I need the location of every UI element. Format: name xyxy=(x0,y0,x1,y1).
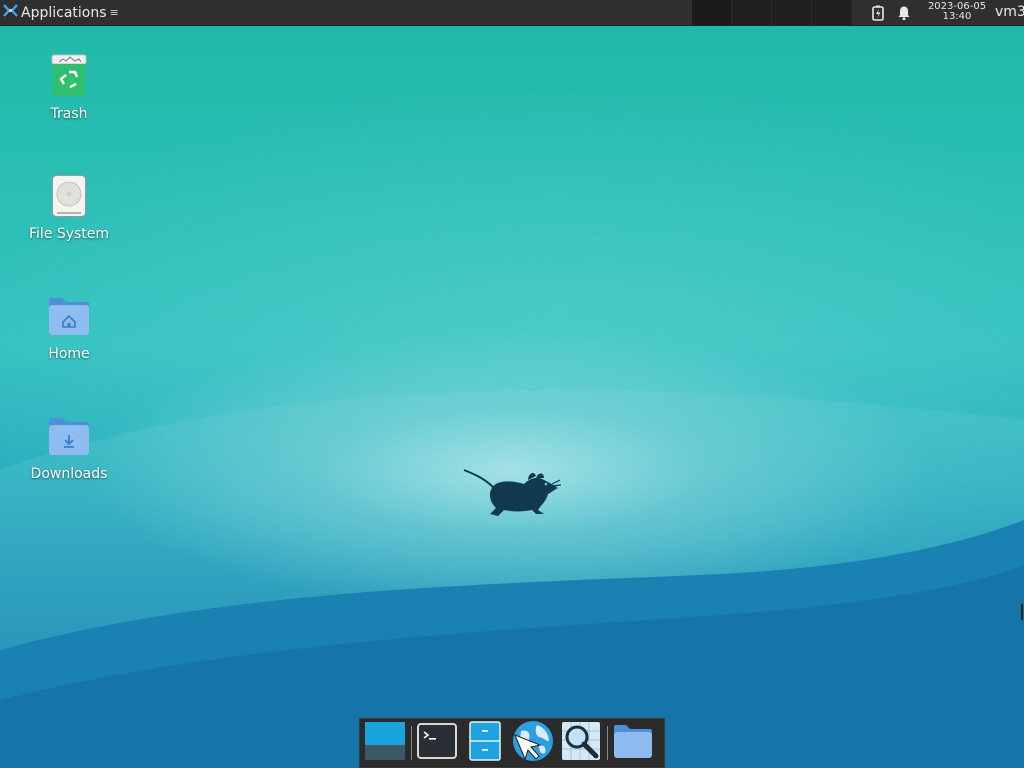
clock-time: 13:40 xyxy=(942,11,972,22)
notification-bell-icon[interactable] xyxy=(896,5,912,21)
system-tray xyxy=(870,0,922,26)
clock[interactable]: 2023-06-05 13:40 xyxy=(926,2,988,22)
dock-terminal[interactable] xyxy=(415,721,459,765)
workspace-switcher xyxy=(692,0,852,26)
workspace-4[interactable] xyxy=(812,0,852,26)
folder-icon xyxy=(613,723,653,763)
workspace-2[interactable] xyxy=(732,0,772,26)
dock-separator xyxy=(411,726,412,760)
wallpaper-waves xyxy=(0,390,1024,768)
desktop-icon-label: Home xyxy=(48,346,90,362)
applications-menu-button[interactable]: Applications ≡ xyxy=(0,0,123,26)
drive-icon xyxy=(45,172,93,220)
desktop-icon-file-system[interactable]: File System xyxy=(19,172,119,242)
desktop-icon-trash[interactable]: Trash xyxy=(19,52,119,122)
downloads-folder-icon xyxy=(45,412,93,460)
dock-separator xyxy=(607,726,608,760)
text-cursor-icon xyxy=(1021,604,1023,620)
dock-file-manager[interactable] xyxy=(463,721,507,765)
workspace-1[interactable] xyxy=(692,0,732,26)
desktop-icon-label: Downloads xyxy=(30,466,108,482)
xfce-mouse-logo-icon xyxy=(463,469,562,516)
dock-folder[interactable] xyxy=(611,721,655,765)
web-browser-icon xyxy=(511,719,555,767)
desktop-icon-downloads[interactable]: Downloads xyxy=(19,412,119,482)
dock-panel xyxy=(359,718,665,768)
home-folder-icon xyxy=(45,292,93,340)
trash-icon xyxy=(45,52,93,100)
desktop-icon-home[interactable]: Home xyxy=(19,292,119,362)
search-icon xyxy=(561,721,601,765)
terminal-icon xyxy=(417,723,457,763)
show-desktop-icon xyxy=(364,721,406,765)
dock-show-desktop[interactable] xyxy=(363,721,407,765)
top-panel: Applications ≡ 2023-06-05 13:40 vm3 xyxy=(0,0,1024,26)
xfce-logo-icon xyxy=(3,3,18,22)
applications-label: Applications xyxy=(21,4,107,21)
battery-icon[interactable] xyxy=(870,5,886,21)
dock-web-browser[interactable] xyxy=(511,721,555,765)
user-menu[interactable]: vm3 xyxy=(995,4,1024,20)
desktop-icon-label: File System xyxy=(28,226,110,242)
file-manager-icon xyxy=(468,721,502,765)
dock-app-finder[interactable] xyxy=(559,721,603,765)
workspace-3[interactable] xyxy=(772,0,812,26)
menu-glyph-icon: ≡ xyxy=(109,6,119,19)
desktop-icon-label: Trash xyxy=(50,106,88,122)
